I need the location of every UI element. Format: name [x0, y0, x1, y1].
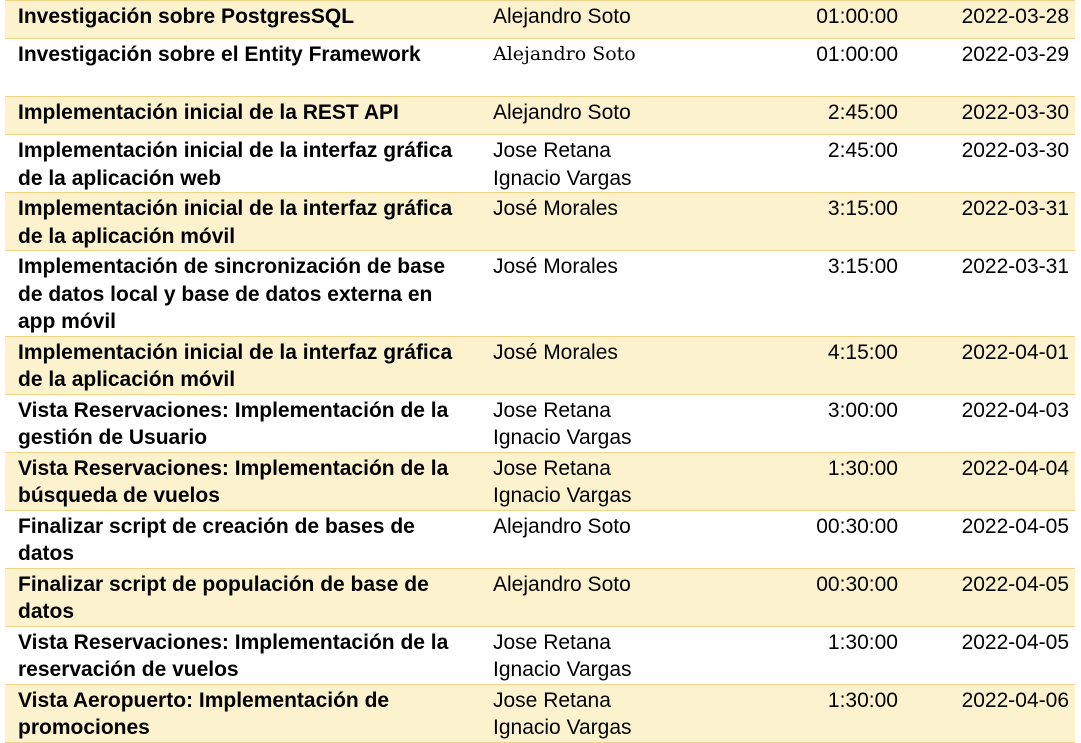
responsible-name: Jose Retana: [493, 398, 611, 422]
responsible-cell: Jose Retana Ignacio Vargas: [481, 451, 753, 511]
time-cell: 2:45:00: [753, 134, 933, 193]
task-cell: Implementación inicial de la interfaz gr…: [5, 134, 481, 193]
responsible-name: Ignacio Vargas: [493, 716, 632, 739]
task-log-body: Investigación sobre PostgresSQL Alejandr…: [5, 0, 1075, 743]
time-cell: 4:15:00: [753, 335, 933, 395]
date-cell: 2022-04-05: [933, 509, 1075, 569]
responsible-cell: Alejandro Soto: [481, 96, 753, 135]
responsible-name: Alejandro Soto: [493, 43, 636, 65]
responsible-cell: José Morales: [481, 335, 753, 395]
task-cell: Vista Aeropuerto: Implementación de prom…: [5, 683, 481, 743]
time-cell: 3:15:00: [753, 192, 933, 251]
responsible-name: José Morales: [493, 340, 618, 364]
responsible-name: Ignacio Vargas: [493, 658, 632, 681]
date-cell: 2022-03-29: [933, 38, 1075, 97]
table-row: Investigación sobre el Entity Framework …: [5, 38, 1075, 97]
responsible-cell: Jose Retana Ignacio Vargas: [481, 683, 753, 743]
responsible-cell: Alejandro Soto: [481, 0, 753, 39]
responsible-cell: Alejandro Soto: [481, 509, 753, 569]
date-cell: 2022-04-04: [933, 451, 1075, 511]
time-cell: 2:45:00: [753, 96, 933, 135]
table-row: Vista Reservaciones: Implementación de l…: [5, 625, 1075, 685]
table-row: Finalizar script de creación de bases de…: [5, 509, 1075, 569]
responsible-name: Ignacio Vargas: [493, 484, 632, 507]
table-row: Vista Aeropuerto: Implementación de prom…: [5, 683, 1075, 743]
time-cell: 3:00:00: [753, 393, 933, 453]
task-cell: Implementación inicial de la interfaz gr…: [5, 335, 481, 395]
table-row: Implementación de sincronización de base…: [5, 250, 1075, 337]
task-cell: Vista Reservaciones: Implementación de l…: [5, 625, 481, 685]
table-row: Implementación inicial de la interfaz gr…: [5, 134, 1075, 193]
responsible-name: José Morales: [493, 255, 618, 278]
responsible-name: Alejandro Soto: [493, 572, 631, 596]
responsible-cell: Jose Retana Ignacio Vargas: [481, 625, 753, 685]
date-cell: 2022-03-28: [933, 0, 1075, 39]
responsible-cell: Alejandro Soto: [481, 567, 753, 627]
time-cell: 3:15:00: [753, 250, 933, 337]
table-row: Implementación inicial de la REST API Al…: [5, 96, 1075, 135]
time-cell: 00:30:00: [753, 509, 933, 569]
task-cell: Finalizar script de creación de bases de…: [5, 509, 481, 569]
responsible-cell: José Morales: [481, 192, 753, 251]
responsible-name: Jose Retana: [493, 456, 611, 480]
time-cell: 01:00:00: [753, 38, 933, 97]
date-cell: 2022-03-30: [933, 134, 1075, 193]
responsible-name: José Morales: [493, 197, 618, 220]
responsible-cell: Jose Retana Ignacio Vargas: [481, 134, 753, 193]
table-row: Vista Reservaciones: Implementación de l…: [5, 451, 1075, 511]
responsible-name: Jose Retana: [493, 630, 611, 654]
date-cell: 2022-03-31: [933, 250, 1075, 337]
responsible-name: Alejandro Soto: [493, 101, 631, 124]
time-cell: 01:00:00: [753, 0, 933, 39]
task-log-table: Investigación sobre PostgresSQL Alejandr…: [5, 0, 1075, 743]
responsible-name: Ignacio Vargas: [493, 426, 632, 449]
time-cell: 1:30:00: [753, 625, 933, 685]
task-cell: Implementación inicial de la REST API: [5, 96, 481, 135]
responsible-name: Ignacio Vargas: [493, 166, 632, 190]
date-cell: 2022-04-03: [933, 393, 1075, 453]
responsible-cell: José Morales: [481, 250, 753, 337]
responsible-name: Jose Retana: [493, 688, 611, 712]
time-cell: 1:30:00: [753, 451, 933, 511]
date-cell: 2022-04-06: [933, 683, 1075, 743]
responsible-cell: Jose Retana Ignacio Vargas: [481, 393, 753, 453]
responsible-cell: Alejandro Soto: [481, 38, 753, 97]
responsible-name: Alejandro Soto: [493, 514, 631, 538]
time-cell: 1:30:00: [753, 683, 933, 743]
table-row: Vista Reservaciones: Implementación de l…: [5, 393, 1075, 453]
table-row: Finalizar script de populación de base d…: [5, 567, 1075, 627]
task-cell: Vista Reservaciones: Implementación de l…: [5, 393, 481, 453]
responsible-name: Alejandro Soto: [493, 5, 631, 28]
date-cell: 2022-03-30: [933, 96, 1075, 135]
task-cell: Vista Reservaciones: Implementación de l…: [5, 451, 481, 511]
task-cell: Investigación sobre el Entity Framework: [5, 38, 481, 97]
task-cell: Finalizar script de populación de base d…: [5, 567, 481, 627]
table-row: Implementación inicial de la interfaz gr…: [5, 335, 1075, 395]
date-cell: 2022-04-05: [933, 625, 1075, 685]
time-cell: 00:30:00: [753, 567, 933, 627]
task-cell: Implementación de sincronización de base…: [5, 250, 481, 337]
table-row: Implementación inicial de la interfaz gr…: [5, 192, 1075, 251]
task-cell: Investigación sobre PostgresSQL: [5, 0, 481, 39]
responsible-name: Jose Retana: [493, 139, 611, 162]
table-row: Investigación sobre PostgresSQL Alejandr…: [5, 0, 1075, 39]
date-cell: 2022-03-31: [933, 192, 1075, 251]
task-cell: Implementación inicial de la interfaz gr…: [5, 192, 481, 251]
date-cell: 2022-04-01: [933, 335, 1075, 395]
date-cell: 2022-04-05: [933, 567, 1075, 627]
